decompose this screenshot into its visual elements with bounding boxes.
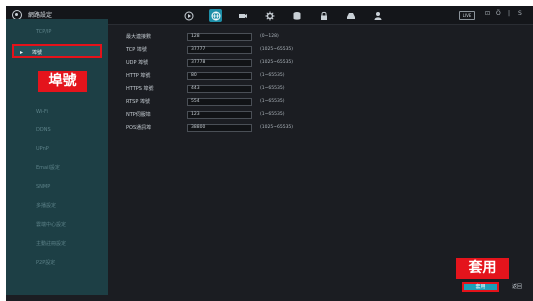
field-label: UDP 埠號 — [126, 60, 149, 66]
field-label: HTTPS 埠號 — [126, 86, 154, 92]
device-icon[interactable] — [344, 9, 357, 22]
ntp-port-input[interactable]: 123 — [187, 111, 252, 119]
network-icon[interactable] — [209, 9, 222, 22]
field-label: 最大連接數 — [126, 34, 152, 40]
back-button[interactable]: 返回 — [512, 283, 522, 290]
field-range: (1~65535) — [260, 112, 285, 117]
port-callout-label: 埠號 — [38, 71, 87, 92]
http-port-input[interactable]: 80 — [187, 72, 252, 80]
window-title: 網路設定 — [28, 12, 53, 19]
pos-port-input[interactable]: 38800 — [187, 124, 252, 132]
https-port-input[interactable]: 443 — [187, 85, 252, 93]
sidebar: TCP/IP 埠號 Wi-Fi DDNS UPnP Email設定 SNMP 多… — [6, 19, 108, 295]
rtsp-port-input[interactable]: 554 — [187, 98, 252, 106]
sidebar-item-port[interactable]: 埠號 — [12, 44, 102, 60]
field-range: (1~65535) — [260, 73, 285, 78]
tcp-port-input[interactable]: 37777 — [187, 46, 252, 54]
sidebar-item-cloud-center[interactable]: 雲端中心設定 — [6, 218, 108, 232]
max-connections-input[interactable]: 128 — [187, 33, 252, 41]
storage-icon[interactable] — [290, 9, 303, 22]
sidebar-item-tcpip[interactable]: TCP/IP — [6, 25, 108, 39]
field-range: (1025~65535) — [260, 60, 294, 65]
lock-icon[interactable] — [317, 9, 330, 22]
help-icon[interactable]: Ö — [496, 10, 501, 17]
sidebar-item-ddns[interactable]: DDNS — [6, 123, 108, 137]
field-range: (1~65535) — [260, 86, 285, 91]
camera-icon[interactable] — [236, 9, 249, 22]
fullscreen-icon[interactable]: ⊡ — [485, 10, 490, 17]
field-range: (0~128) — [260, 34, 279, 39]
sidebar-item-wifi[interactable]: Wi-Fi — [6, 105, 108, 119]
field-range: (1025~65535) — [260, 125, 294, 130]
sidebar-item-snmp[interactable]: SNMP — [6, 180, 108, 194]
field-label: TCP 埠號 — [126, 47, 147, 53]
playback-icon[interactable] — [182, 9, 195, 22]
apply-callout-label: 套用 — [456, 258, 509, 279]
live-view-button[interactable]: LIVE — [459, 11, 475, 20]
field-label: NTP伺服埠 — [126, 112, 151, 118]
sidebar-item-p2p[interactable]: P2P設定 — [6, 256, 108, 270]
user-icon[interactable] — [371, 9, 384, 22]
field-label: POS通訊埠 — [126, 125, 152, 131]
sidebar-item-auto-register[interactable]: 主動註冊設定 — [6, 237, 108, 251]
field-label: HTTP 埠號 — [126, 73, 151, 79]
apply-button[interactable]: 套用 — [462, 282, 499, 292]
sidebar-item-multicast[interactable]: 多播設定 — [6, 199, 108, 213]
sidebar-item-email[interactable]: Email設定 — [6, 161, 108, 175]
separator: | — [508, 10, 511, 17]
shutdown-icon[interactable]: S — [518, 10, 522, 17]
udp-port-input[interactable]: 37778 — [187, 59, 252, 67]
field-range: (1025~65535) — [260, 47, 294, 52]
sidebar-item-upnp[interactable]: UPnP — [6, 142, 108, 156]
settings-icon[interactable] — [263, 9, 276, 22]
field-range: (1~65535) — [260, 99, 285, 104]
field-label: RTSP 埠號 — [126, 99, 150, 105]
